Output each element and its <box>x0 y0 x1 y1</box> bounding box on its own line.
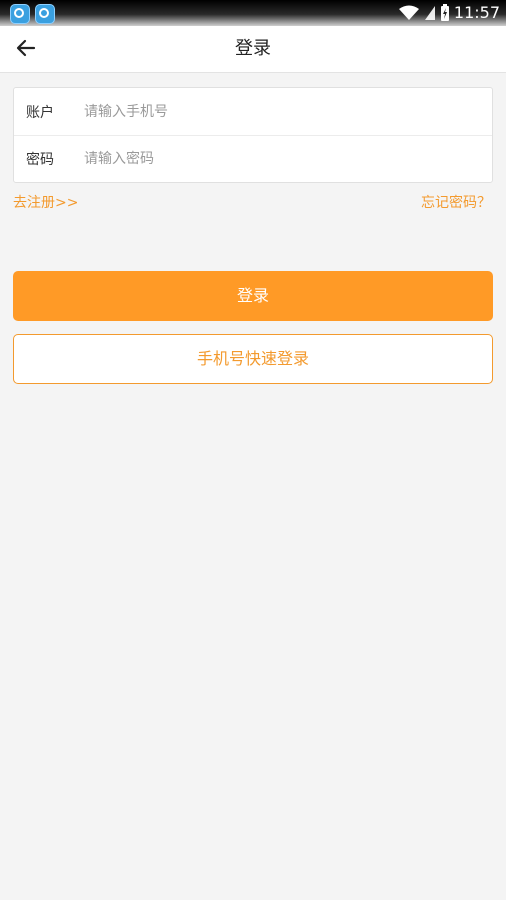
signal-icon <box>424 6 435 20</box>
page-title: 登录 <box>235 38 271 59</box>
login-form: 账户 密码 <box>13 87 493 183</box>
account-label: 账户 <box>26 104 54 121</box>
forgot-password-link[interactable]: 忘记密码？ <box>421 192 491 212</box>
battery-charging-icon <box>440 4 449 21</box>
clock: 11:57 <box>453 3 500 22</box>
app-icon <box>10 4 30 24</box>
register-link[interactable]: 去注册>> <box>13 192 78 212</box>
password-input[interactable] <box>82 143 492 175</box>
status-icons: 11:57 <box>398 2 500 24</box>
status-bar: 11:57 <box>0 0 506 26</box>
top-bar: 登录 <box>0 26 506 73</box>
quick-login-button[interactable]: 手机号快速登录 <box>13 334 493 384</box>
login-button[interactable]: 登录 <box>13 271 493 321</box>
password-row: 密码 <box>14 135 492 182</box>
password-label: 密码 <box>26 152 54 168</box>
account-row: 账户 <box>14 88 492 135</box>
account-input[interactable] <box>82 95 492 128</box>
app-icon <box>35 4 55 24</box>
wifi-icon <box>398 5 419 20</box>
